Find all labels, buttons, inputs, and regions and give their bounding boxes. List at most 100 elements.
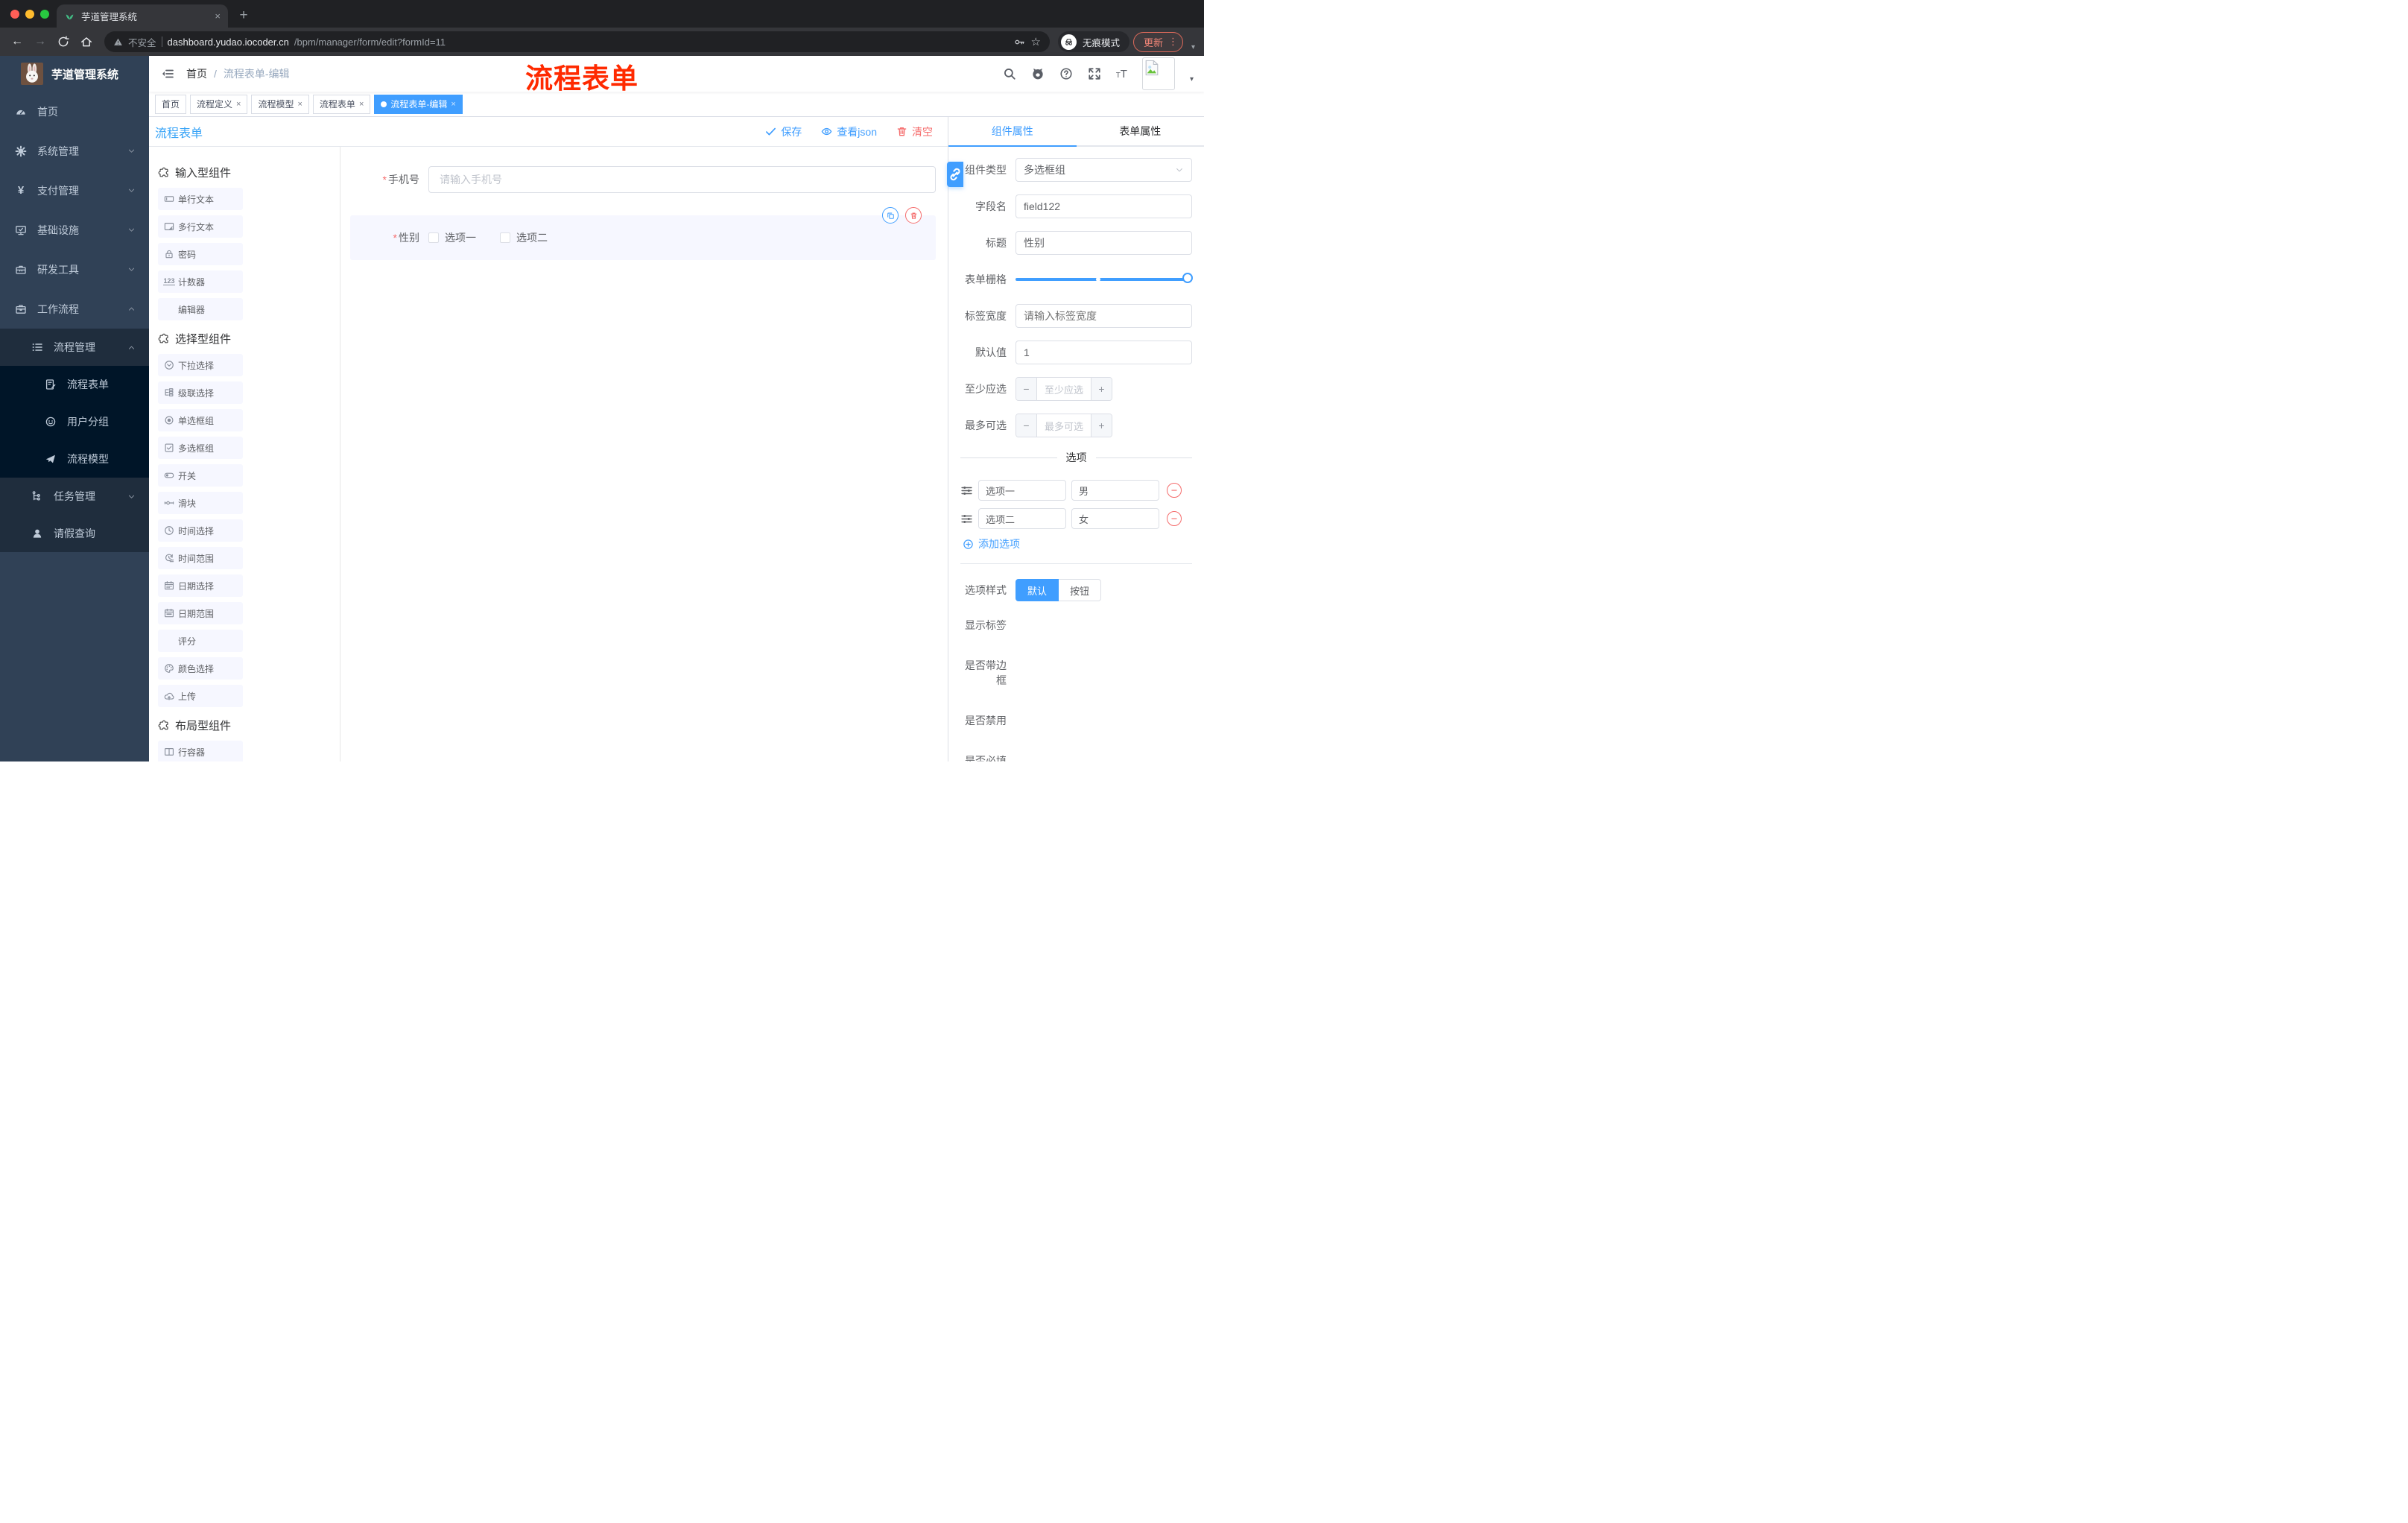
- drag-handle-icon[interactable]: [960, 484, 973, 497]
- tag-active[interactable]: 流程表单-编辑 ×: [374, 94, 463, 114]
- palette-item-多选框组[interactable]: 多选框组: [158, 437, 243, 459]
- forward-button[interactable]: →: [31, 32, 50, 51]
- window-controls[interactable]: [10, 10, 49, 19]
- url-bar[interactable]: 不安全 dashboard.yudao.iocoder.cn /bpm/mana…: [104, 31, 1050, 52]
- tag[interactable]: 流程模型 ×: [251, 94, 309, 114]
- sidebar-item-用户分组[interactable]: 用户分组: [0, 403, 149, 440]
- stepper-plus-button[interactable]: +: [1091, 378, 1112, 400]
- minimize-window-button[interactable]: [25, 10, 34, 19]
- password-key-icon[interactable]: [1014, 37, 1025, 48]
- palette-item-颜色选择[interactable]: 颜色选择: [158, 657, 243, 680]
- label-width-input[interactable]: [1016, 304, 1192, 328]
- breadcrumb-home[interactable]: 首页: [186, 66, 207, 81]
- sidebar-item-系统管理[interactable]: 系统管理: [0, 131, 149, 171]
- user-menu-caret-icon[interactable]: ▾: [1190, 75, 1194, 83]
- option-label-input[interactable]: [978, 480, 1066, 501]
- phone-input[interactable]: 请输入手机号: [428, 166, 936, 193]
- palette-item-开关[interactable]: 开关: [158, 464, 243, 487]
- palette-item-时间选择[interactable]: 时间选择: [158, 519, 243, 542]
- tab-close-icon[interactable]: ×: [215, 10, 221, 22]
- form-grid-slider[interactable]: [1016, 267, 1193, 291]
- panel-link-tag[interactable]: [947, 162, 963, 187]
- sidebar-item-工作流程[interactable]: 工作流程: [0, 289, 149, 329]
- gender-option-2[interactable]: 选项二: [500, 230, 548, 245]
- tag-close-icon[interactable]: ×: [359, 100, 364, 109]
- tag[interactable]: 流程表单 ×: [312, 94, 371, 114]
- back-button[interactable]: ←: [7, 32, 27, 51]
- avatar[interactable]: [1141, 57, 1175, 90]
- gender-option-1[interactable]: 选项一: [428, 230, 476, 245]
- close-window-button[interactable]: [10, 10, 19, 19]
- add-option-button[interactable]: 添加选项: [963, 536, 1192, 551]
- title-input[interactable]: [1016, 231, 1192, 255]
- slider-handle[interactable]: [1182, 273, 1193, 283]
- sidebar-item-基础设施[interactable]: 基础设施: [0, 210, 149, 250]
- sidebar-item-研发工具[interactable]: 研发工具: [0, 250, 149, 289]
- not-secure-label[interactable]: 不安全: [128, 35, 156, 49]
- delete-component-button[interactable]: [905, 207, 922, 224]
- fullscreen-icon[interactable]: [1088, 67, 1101, 80]
- palette-item-行容器[interactable]: 行容器: [158, 741, 243, 762]
- tab-form-props[interactable]: 表单属性: [1077, 117, 1205, 145]
- tag[interactable]: 流程定义 ×: [190, 94, 248, 114]
- sidebar-item-支付管理[interactable]: ¥ 支付管理: [0, 171, 149, 210]
- save-button[interactable]: 保存: [765, 124, 802, 139]
- option-value-input[interactable]: [1071, 480, 1159, 501]
- stepper-minus-button[interactable]: −: [1016, 378, 1037, 400]
- option-label-input[interactable]: [978, 508, 1066, 529]
- palette-item-级联选择[interactable]: 级联选择: [158, 381, 243, 404]
- browser-menu-icon[interactable]: ⋮: [1168, 36, 1178, 48]
- style-default-button[interactable]: 默认: [1016, 579, 1059, 601]
- search-icon[interactable]: [1003, 67, 1016, 80]
- palette-item-计数器[interactable]: 123 计数器: [158, 270, 243, 293]
- sidebar-item-任务管理[interactable]: 任务管理: [0, 478, 149, 515]
- form-canvas[interactable]: * 手机号 请输入手机号 * 性别 选项一 选项二: [340, 147, 948, 762]
- drag-handle-icon[interactable]: [960, 513, 973, 525]
- palette-item-编辑器[interactable]: 编辑器: [158, 298, 243, 320]
- canvas-field-gender-selected[interactable]: * 性别 选项一 选项二: [350, 207, 936, 260]
- font-size-icon[interactable]: TT: [1116, 68, 1127, 80]
- sidebar-item-流程表单[interactable]: 流程表单: [0, 366, 149, 403]
- tag-close-icon[interactable]: ×: [236, 100, 241, 109]
- profile-caret-icon[interactable]: ▾: [1191, 43, 1195, 51]
- sidebar-item-首页[interactable]: 首页: [0, 92, 149, 131]
- style-button-button[interactable]: 按钮: [1059, 579, 1102, 601]
- palette-item-时间范围[interactable]: 时间范围: [158, 547, 243, 569]
- component-type-select[interactable]: 多选框组: [1016, 158, 1192, 182]
- field-name-input[interactable]: [1016, 194, 1192, 218]
- palette-item-滑块[interactable]: 滑块: [158, 492, 243, 514]
- remove-option-button[interactable]: [1167, 483, 1182, 498]
- github-icon[interactable]: [1031, 67, 1045, 80]
- reload-button[interactable]: [54, 32, 73, 51]
- help-icon[interactable]: [1059, 67, 1073, 80]
- palette-item-日期选择[interactable]: 日期选择: [158, 574, 243, 597]
- canvas-field-phone[interactable]: * 手机号 请输入手机号: [350, 166, 936, 193]
- default-value-input[interactable]: [1016, 341, 1192, 364]
- clear-button[interactable]: 清空: [896, 124, 933, 139]
- tag-close-icon[interactable]: ×: [451, 100, 455, 109]
- palette-item-下拉选择[interactable]: 下拉选择: [158, 354, 243, 376]
- palette-item-密码[interactable]: 密码: [158, 243, 243, 265]
- bookmark-star-icon[interactable]: ☆: [1030, 35, 1040, 48]
- palette-item-日期范围[interactable]: 日期范围: [158, 602, 243, 624]
- tag-close-icon[interactable]: ×: [297, 100, 302, 109]
- palette-item-单选框组[interactable]: 单选框组: [158, 409, 243, 431]
- new-tab-button[interactable]: +: [234, 6, 253, 25]
- min-select-stepper[interactable]: − 至少应选 +: [1016, 377, 1112, 401]
- update-button[interactable]: 更新 ⋮: [1132, 31, 1183, 52]
- stepper-minus-button[interactable]: −: [1016, 414, 1037, 437]
- checkbox-icon[interactable]: [500, 232, 510, 243]
- browser-tab[interactable]: 芋道管理系统 ×: [57, 4, 228, 28]
- zoom-window-button[interactable]: [40, 10, 49, 19]
- option-value-input[interactable]: [1071, 508, 1159, 529]
- hamburger-button[interactable]: [155, 61, 180, 86]
- sidebar-item-请假查询[interactable]: 请假查询: [0, 515, 149, 552]
- sidebar-item-流程管理[interactable]: 流程管理: [0, 329, 149, 366]
- palette-item-评分[interactable]: 评分: [158, 630, 243, 652]
- stepper-plus-button[interactable]: +: [1091, 414, 1112, 437]
- copy-component-button[interactable]: [882, 207, 899, 224]
- remove-option-button[interactable]: [1167, 511, 1182, 526]
- sidebar-item-流程模型[interactable]: 流程模型: [0, 440, 149, 478]
- view-json-button[interactable]: 查看json: [821, 124, 877, 139]
- tab-component-props[interactable]: 组件属性: [948, 117, 1077, 145]
